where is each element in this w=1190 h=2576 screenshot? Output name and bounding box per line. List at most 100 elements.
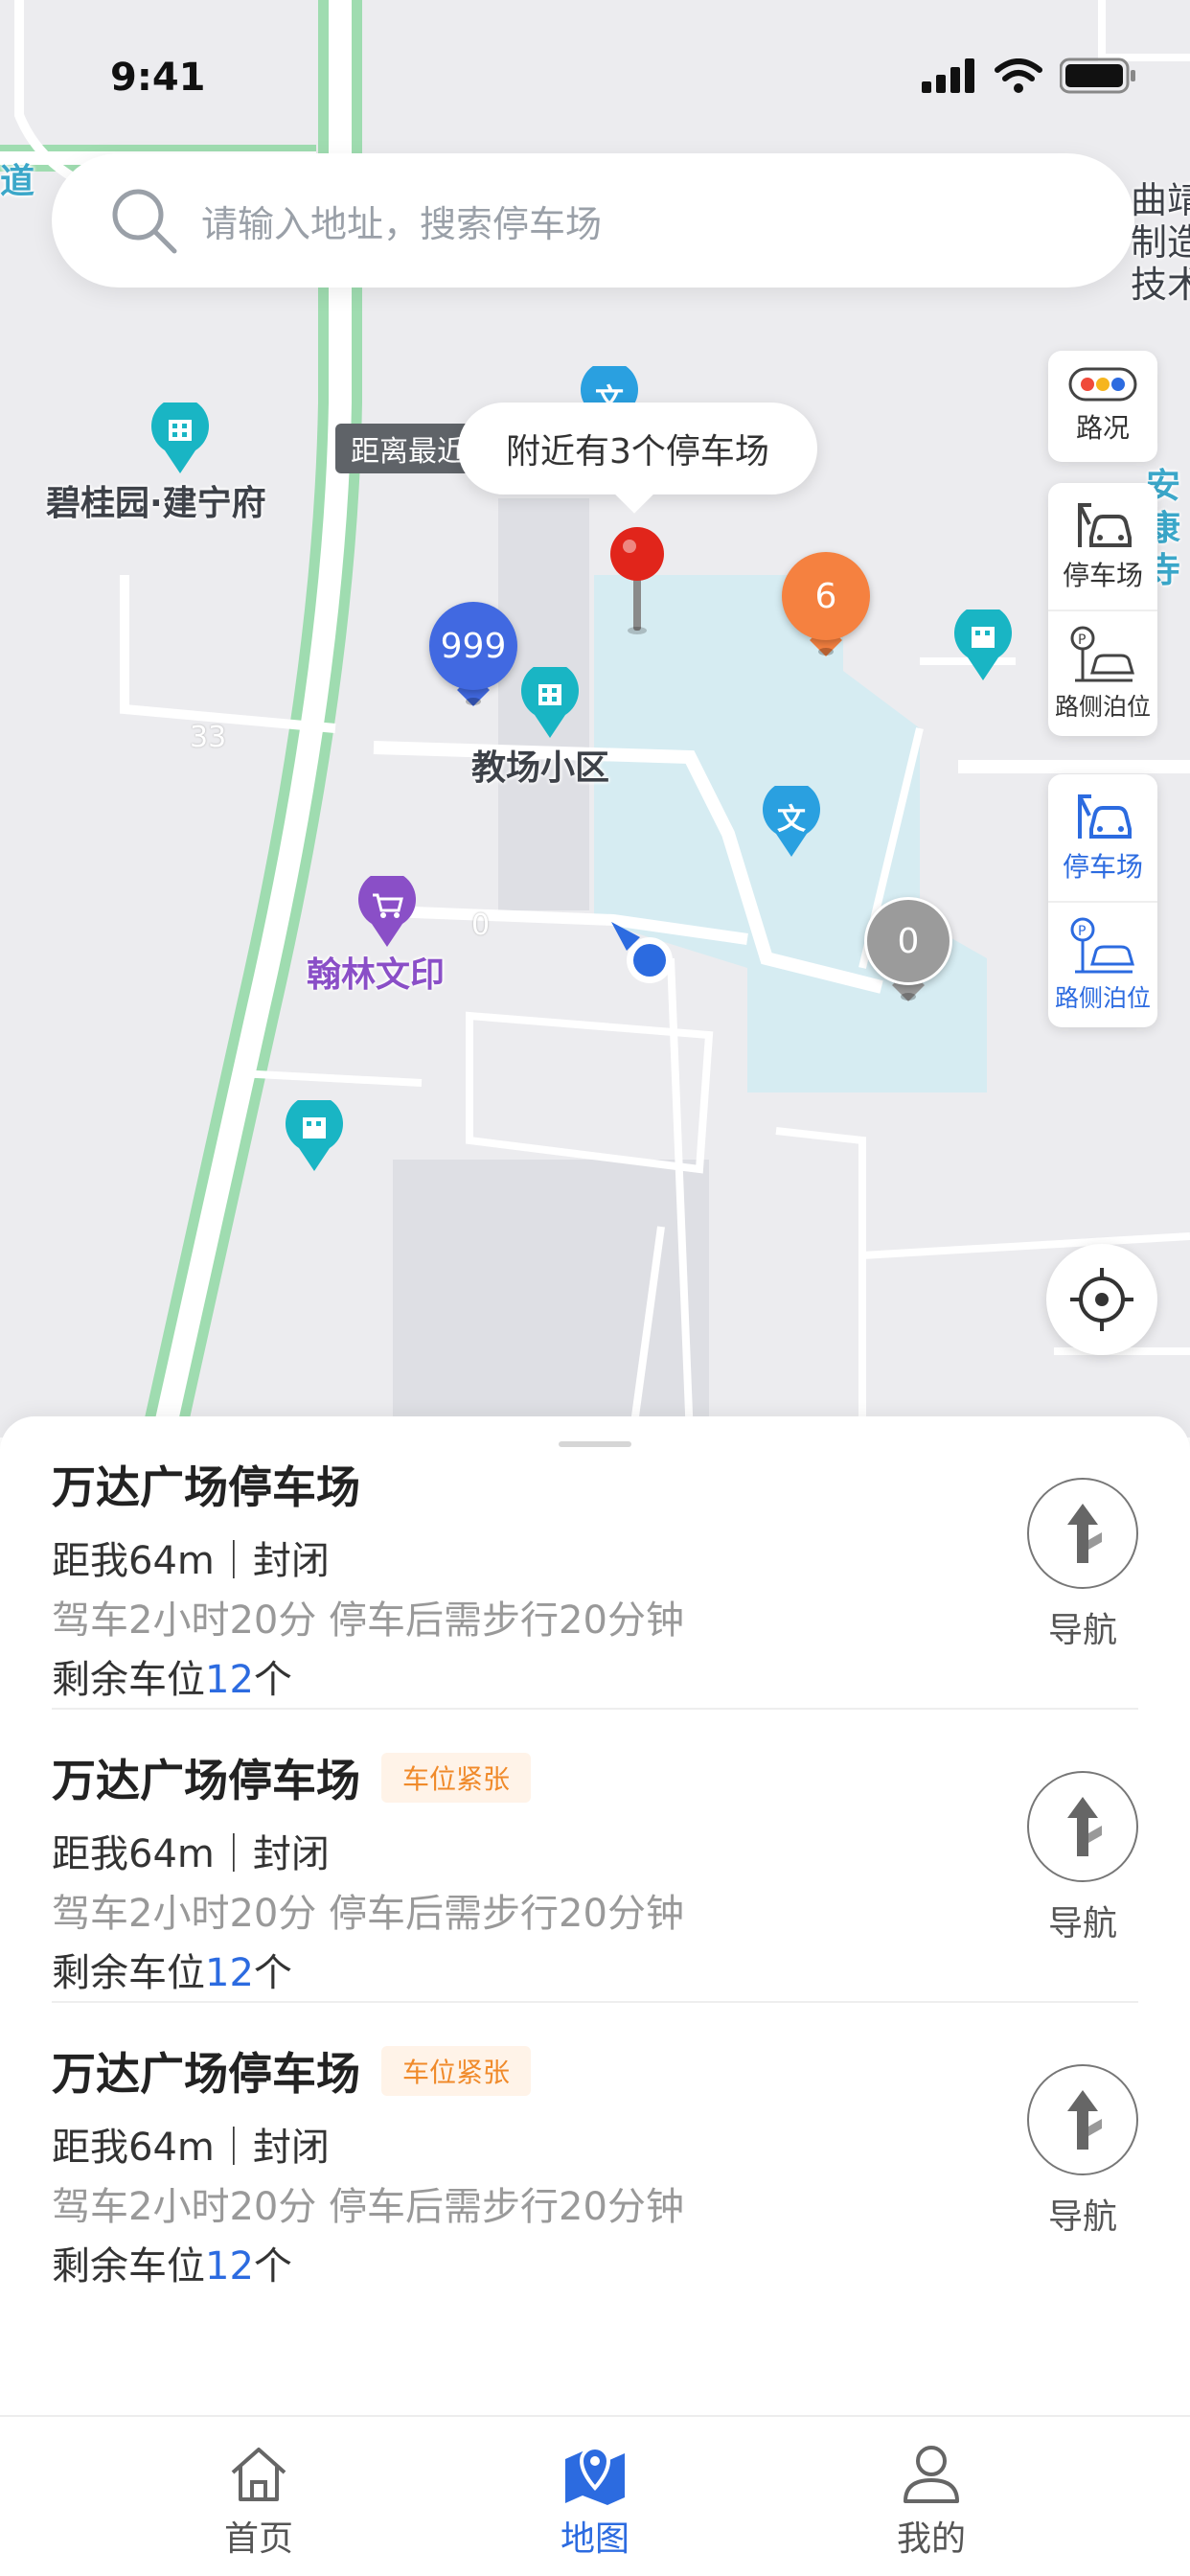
status-icons <box>922 58 1136 94</box>
parking-lot-label: 停车场 <box>1062 560 1143 591</box>
svg-text:P: P <box>1078 632 1086 648</box>
wifi-icon <box>995 58 1042 93</box>
bottom-tab-bar: 首页 地图 我的 <box>0 2415 1190 2576</box>
parking-card[interactable]: 万达广场停车场 车位紧张 距我64m｜封闭 驾车2小时20分 停车后需步行20分… <box>52 1710 1138 2003</box>
navigate-button[interactable] <box>1027 1771 1138 1882</box>
user-icon <box>904 2446 959 2503</box>
remaining-suffix: 个 <box>253 2244 292 2288</box>
remaining-prefix: 剩余车位 <box>52 1658 205 1702</box>
parking-name: 万达广场停车场 <box>52 1461 360 1513</box>
parking-lot-filter[interactable]: 停车场 <box>1048 483 1157 610</box>
parking-card[interactable]: 万达广场停车场 车位紧张 距我64m｜封闭 驾车2小时20分 停车后需步行20分… <box>52 2003 1138 2296</box>
remaining-suffix: 个 <box>253 1951 292 1995</box>
roadside-label: 路侧泊位 <box>1054 693 1151 721</box>
svg-text:P: P <box>1078 924 1086 939</box>
current-location-icon <box>611 922 673 983</box>
map-pin-icon <box>565 2445 625 2505</box>
status-time: 9:41 <box>110 56 206 100</box>
location-pin-icon[interactable] <box>604 525 671 636</box>
roadside-filter[interactable]: P 路侧泊位 <box>1048 610 1157 736</box>
traffic-label: 路况 <box>1075 412 1130 444</box>
shopping-cart-pin-icon[interactable] <box>358 876 416 949</box>
education-pin-icon[interactable]: 文 <box>763 780 820 862</box>
parking-cluster-marker[interactable]: 6 <box>782 552 870 659</box>
status-badge: 车位紧张 <box>381 2046 532 2096</box>
residence-pin-icon[interactable] <box>286 1100 343 1173</box>
residence-pin-icon[interactable] <box>954 610 1012 682</box>
parking-distance: 距我64m｜封闭 <box>52 1832 330 1876</box>
residence-pin-icon[interactable] <box>521 667 579 740</box>
traffic-toggle-card[interactable]: 路况 <box>1048 351 1157 462</box>
parking-list-sheet[interactable]: 万达广场停车场 距我64m｜封闭 驾车2小时20分 停车后需步行20分钟 剩余车… <box>0 1416 1190 2418</box>
navigate-label: 导航 <box>1047 1611 1117 1650</box>
cluster-count: 6 <box>782 552 870 640</box>
parking-remaining: 剩余车位12个 <box>52 2235 292 2290</box>
navigate-label: 导航 <box>1047 1904 1117 1944</box>
cluster-count: 0 <box>864 897 952 985</box>
tab-map-label: 地图 <box>560 2519 629 2559</box>
left-edge-label: 道 <box>0 162 35 201</box>
status-badge: 车位紧张 <box>381 1753 532 1803</box>
tab-home-label: 首页 <box>223 2519 293 2559</box>
parking-distance: 距我64m｜封闭 <box>52 2126 330 2170</box>
parking-cluster-marker[interactable]: 999 <box>429 602 517 709</box>
tab-home[interactable]: 首页 <box>163 2440 355 2561</box>
parking-distance: 距我64m｜封闭 <box>52 1539 330 1583</box>
home-icon <box>231 2448 286 2501</box>
remaining-count: 12 <box>205 1658 254 1702</box>
navigation-arrow-icon <box>1067 1797 1102 1856</box>
traffic-light-icon <box>1068 367 1137 402</box>
tab-mine[interactable]: 我的 <box>835 2440 1027 2561</box>
search-placeholder: 请输入地址，搜索停车场 <box>201 202 603 245</box>
shop-label: 翰林文印 <box>307 955 446 995</box>
parking-remaining: 剩余车位12个 <box>52 1942 292 1997</box>
parking-name: 万达广场停车场 <box>52 1755 360 1806</box>
active-filter-card[interactable]: 停车场 P 路侧泊位 <box>1048 774 1157 1027</box>
residence-label-biguiyuan: 碧桂园·建宁府 <box>46 484 266 523</box>
tab-mine-label: 我的 <box>896 2519 966 2559</box>
search-icon <box>112 189 177 254</box>
cluster-count: 999 <box>429 602 517 690</box>
remaining-count: 12 <box>205 1951 254 1995</box>
layer-filter-card[interactable]: 停车场 P 路侧泊位 <box>1048 483 1157 736</box>
locate-me-button[interactable] <box>1046 1244 1157 1355</box>
parking-lot-filter-active[interactable]: 停车场 <box>1048 774 1157 901</box>
traffic-toggle[interactable]: 路况 <box>1048 351 1157 462</box>
roadside-filter-active[interactable]: P 路侧泊位 <box>1048 901 1157 1027</box>
navigate-label: 导航 <box>1047 2197 1117 2237</box>
navigation-arrow-icon <box>1067 1504 1102 1563</box>
parking-route-info: 驾车2小时20分 停车后需步行20分钟 <box>52 2185 684 2229</box>
parking-name: 万达广场停车场 <box>52 2048 360 2100</box>
education-glyph: 文 <box>777 803 806 837</box>
parking-remaining: 剩余车位12个 <box>52 1648 292 1704</box>
roadside-parking-icon: P <box>1070 917 1134 974</box>
remaining-count: 12 <box>205 2244 254 2288</box>
navigation-arrow-icon <box>1067 2090 1102 2150</box>
remaining-prefix: 剩余车位 <box>52 1951 205 1995</box>
navigate-button[interactable] <box>1027 1478 1138 1589</box>
right-edge-label-3: 技术 <box>1131 264 1190 306</box>
tab-map[interactable]: 地图 <box>499 2440 691 2561</box>
parking-card[interactable]: 万达广场停车场 距我64m｜封闭 驾车2小时20分 停车后需步行20分钟 剩余车… <box>52 1416 1138 1710</box>
cellular-signal-icon <box>922 58 974 93</box>
road-number-label: 0 <box>471 908 491 942</box>
residence-label-jiaochang: 教场小区 <box>471 748 610 788</box>
navigate-button[interactable] <box>1027 2064 1138 2175</box>
parking-route-info: 驾车2小时20分 停车后需步行20分钟 <box>52 1598 684 1643</box>
roadside-active-label: 路侧泊位 <box>1054 984 1151 1012</box>
map-view[interactable]: 9:41 请输入地址，搜索停车场 曲靖 制造 技术 安 康 寺 道 碧桂园·建宁… <box>0 0 1190 1438</box>
nearby-parking-tooltip[interactable]: 附近有3个停车场 <box>458 402 817 514</box>
parking-cluster-marker[interactable]: 0 <box>864 897 952 1004</box>
crosshair-icon <box>1070 1268 1133 1331</box>
remaining-prefix: 剩余车位 <box>52 2244 205 2288</box>
residence-pin-icon[interactable] <box>151 402 209 475</box>
parking-lot-icon <box>1078 503 1132 547</box>
parking-lot-active-label: 停车场 <box>1062 851 1143 883</box>
roadside-parking-icon: P <box>1070 626 1134 682</box>
road-number-label: 33 <box>190 721 227 754</box>
battery-icon <box>1060 58 1135 94</box>
search-bar[interactable]: 请输入地址，搜索停车场 <box>52 153 1134 288</box>
parking-route-info: 驾车2小时20分 停车后需步行20分钟 <box>52 1892 684 1936</box>
remaining-suffix: 个 <box>253 1658 292 1702</box>
tooltip-text: 附近有3个停车场 <box>506 432 769 472</box>
